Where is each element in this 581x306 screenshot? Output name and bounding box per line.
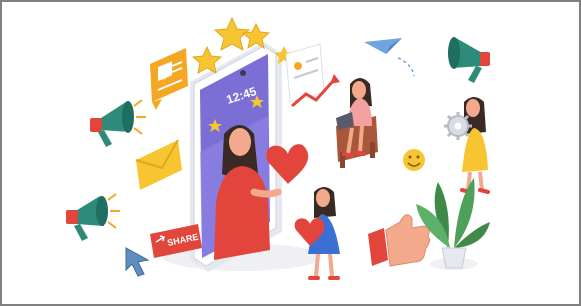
gear-icon [444, 112, 472, 140]
cursor-icon [125, 247, 150, 277]
social-media-illustration: 12:45 SHARE [66, 16, 490, 280]
chart-card-icon [285, 43, 340, 108]
seated-woman-laptop [336, 78, 378, 168]
megaphone-icon [90, 99, 146, 147]
chat-bubble-icon [150, 48, 188, 110]
megaphone-icon [448, 37, 490, 83]
envelope-icon [135, 139, 182, 190]
thumbs-up-icon [368, 214, 431, 267]
paper-plane-icon [364, 38, 415, 77]
megaphone-icon [66, 193, 120, 241]
illustration-frame: 12:45 SHARE [0, 0, 581, 306]
standing-woman-gear [460, 97, 490, 194]
smiley-icon [403, 149, 425, 171]
